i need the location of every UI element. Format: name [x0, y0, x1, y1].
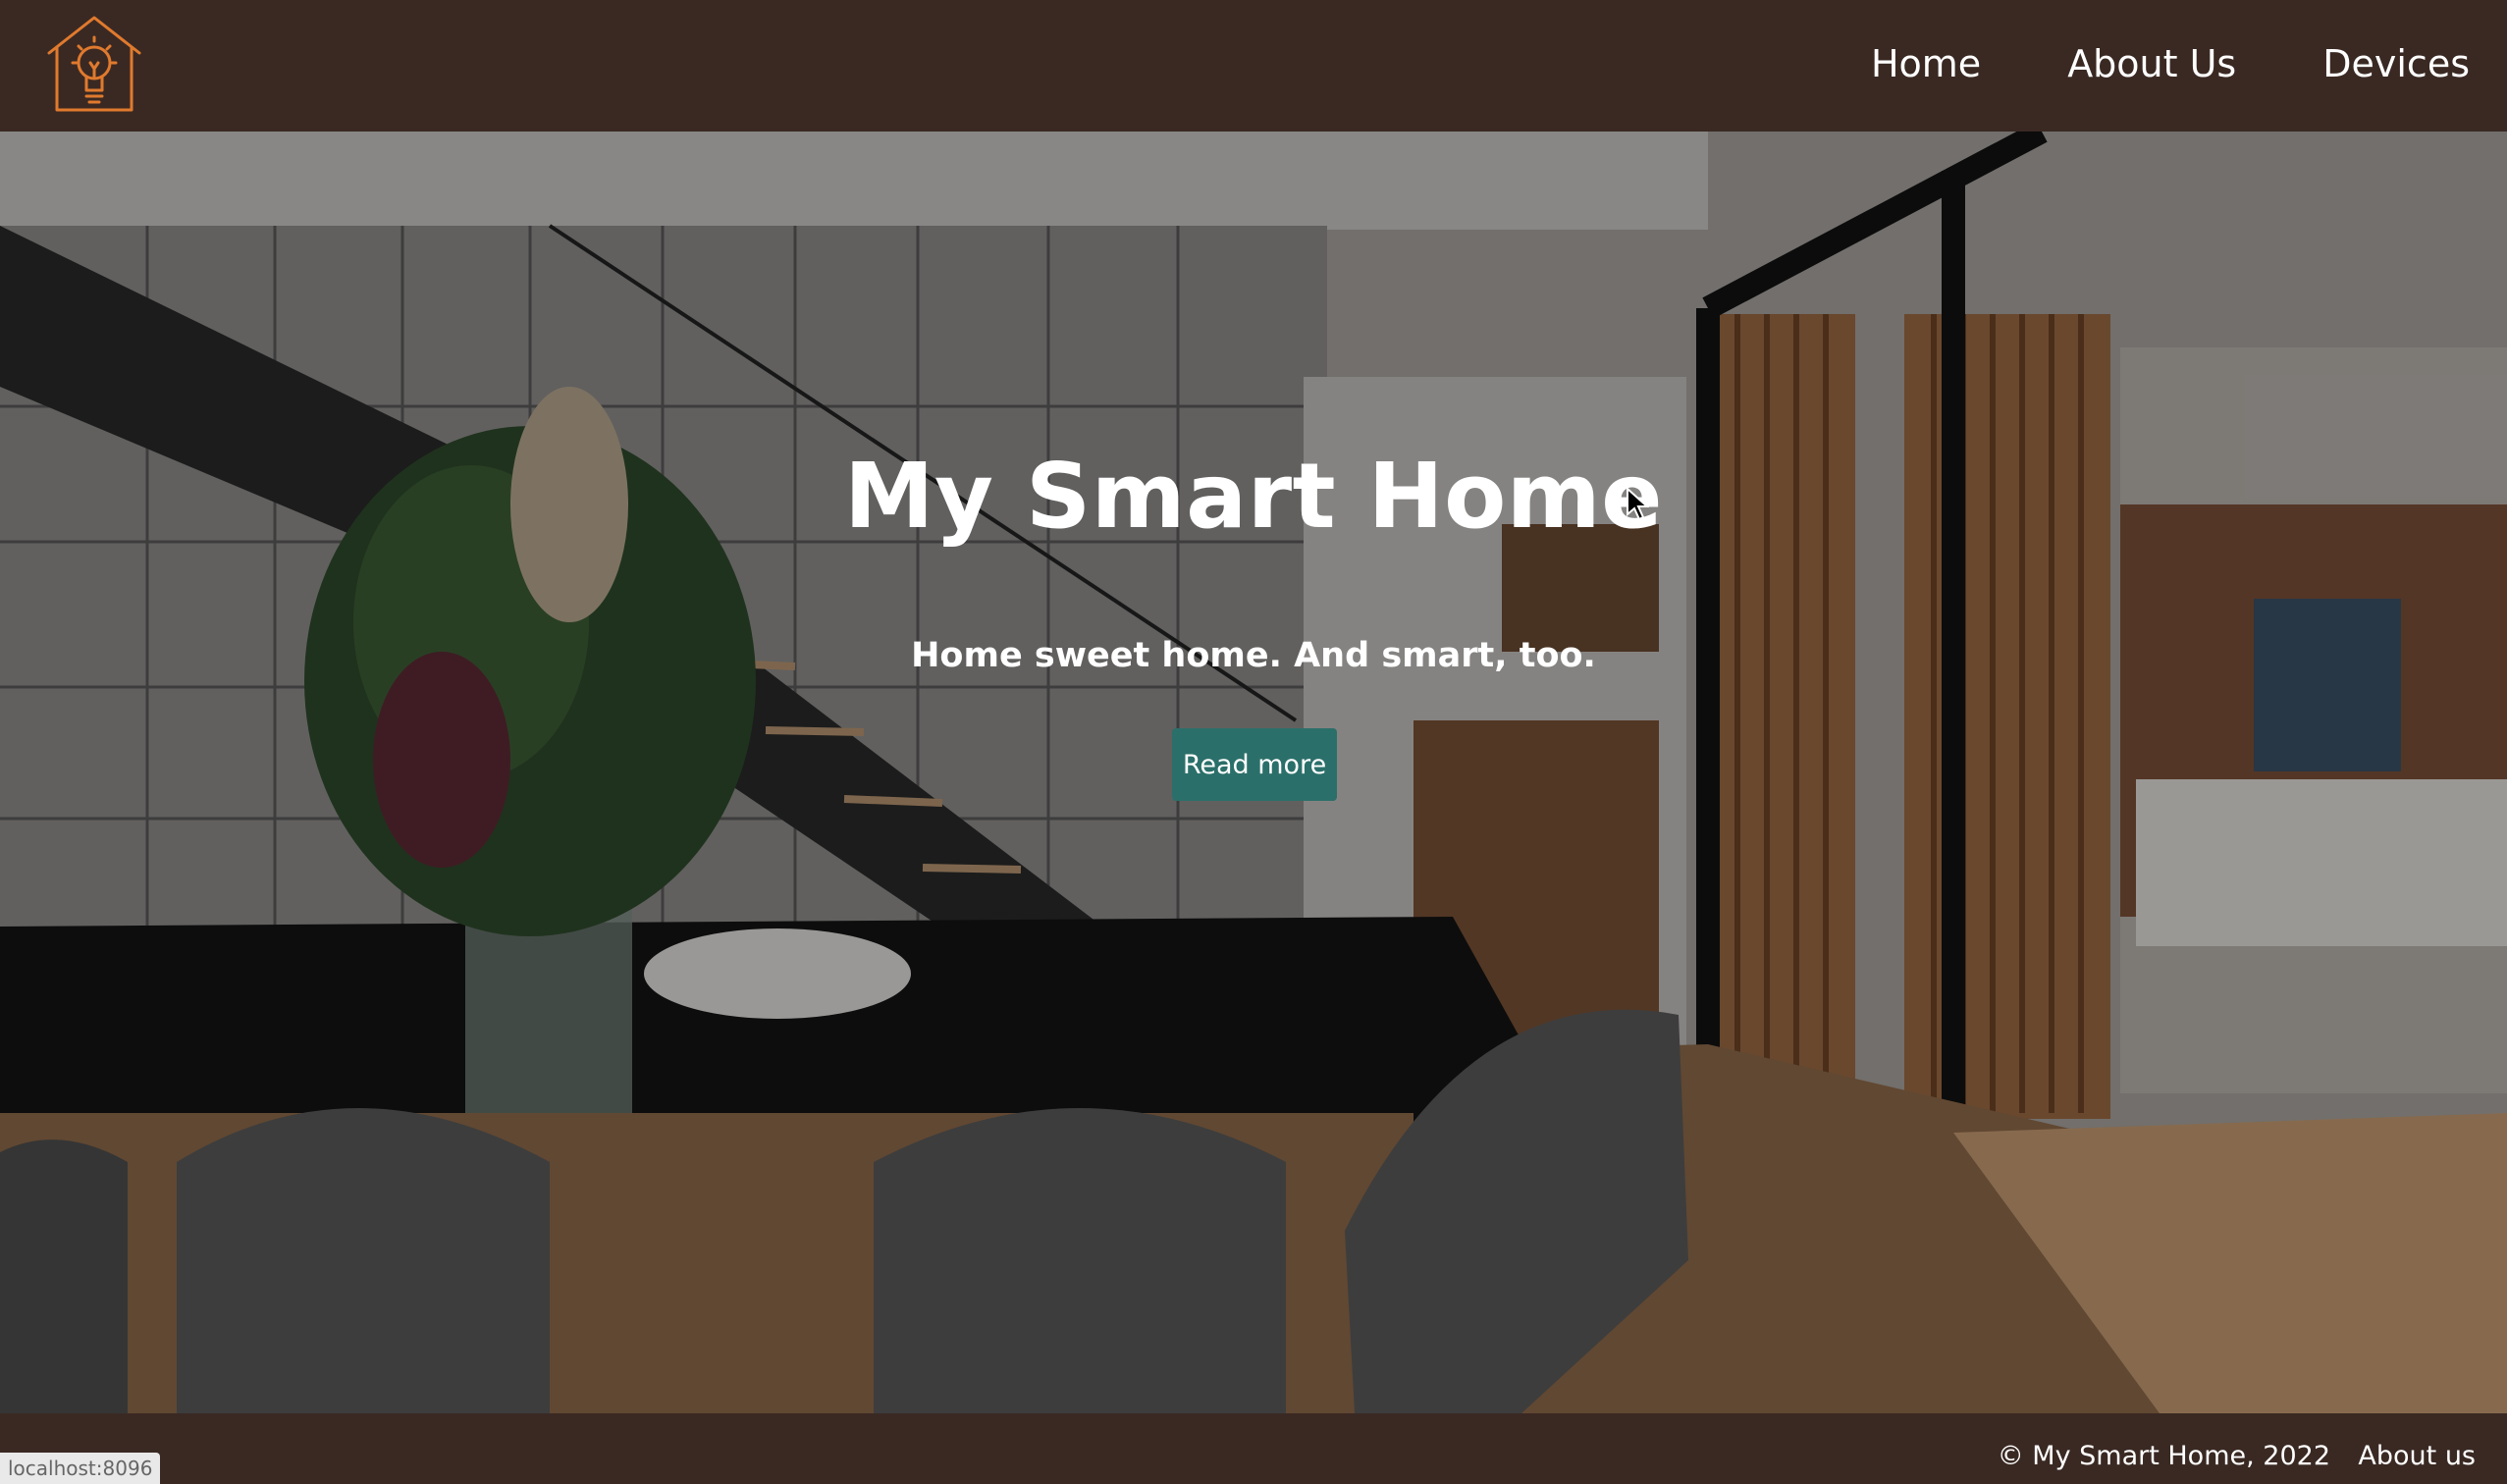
- footer: © My Smart Home, 2022 About us: [0, 1413, 2507, 1484]
- footer-copyright: © My Smart Home, 2022: [1997, 1441, 2330, 1471]
- hero-subtitle: Home sweet home. And smart, too.: [911, 636, 1596, 675]
- browser-status-url: localhost:8096: [0, 1453, 161, 1484]
- hero-section: My Smart Home Home sweet home. And smart…: [0, 132, 2507, 1413]
- nav-home[interactable]: Home: [1871, 42, 1981, 85]
- nav-devices[interactable]: Devices: [2322, 42, 2470, 85]
- nav-menu: Home About Us Devices: [1785, 0, 2470, 128]
- hero-content: My Smart Home Home sweet home. And smart…: [0, 132, 2507, 1413]
- smart-home-lightbulb-icon[interactable]: [43, 14, 145, 116]
- nav-about-us[interactable]: About Us: [2067, 42, 2236, 85]
- read-more-button[interactable]: Read more: [1172, 728, 1337, 801]
- navbar: Home About Us Devices: [0, 0, 2507, 132]
- mouse-cursor-icon: [1627, 487, 1649, 521]
- footer-about-us-link[interactable]: About us: [2358, 1441, 2476, 1471]
- hero-title: My Smart Home: [843, 444, 1664, 549]
